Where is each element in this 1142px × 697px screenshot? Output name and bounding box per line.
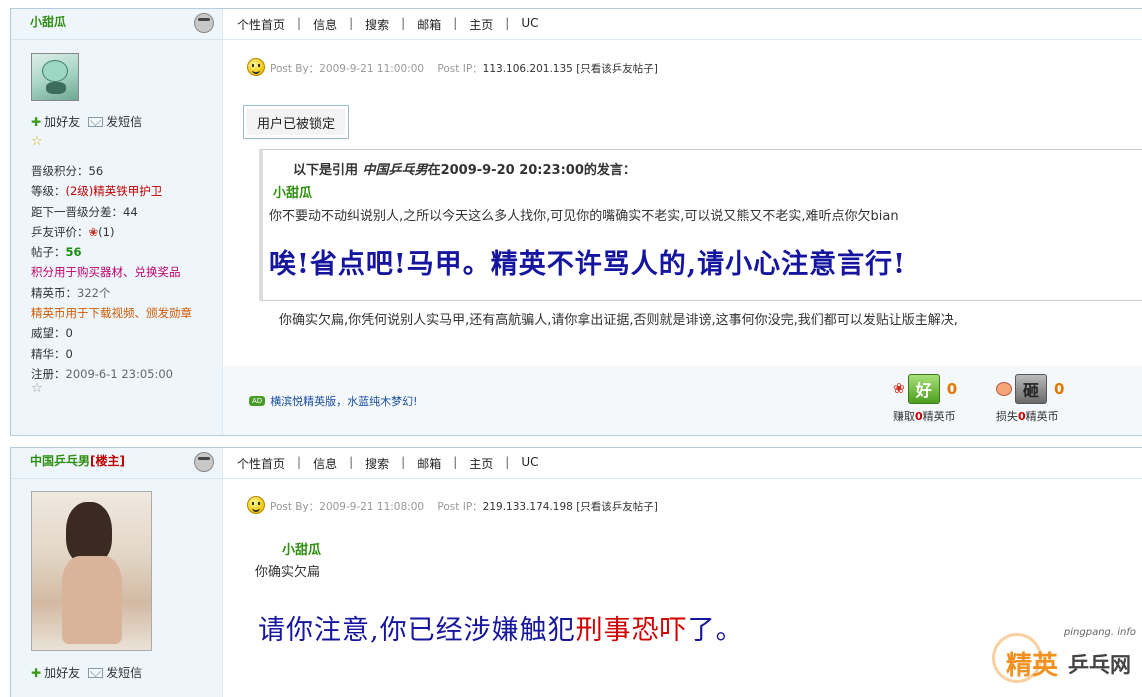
nav-info[interactable]: 信息 — [301, 16, 349, 33]
post-body: 你确实欠扁,你凭何说别人实马甲,还有高航骗人,请你拿出证据,否则就是诽谤,这事何… — [279, 309, 958, 328]
prestige-row: 威望：0 — [31, 323, 192, 343]
vote-bad: 砸0 损失0精英币 — [996, 374, 1064, 424]
user-info: 晋级积分：56 等级：(2级)精英铁甲护卫 距下一晋级分差：44 乒友评价：❀(… — [31, 161, 192, 384]
nav-home[interactable]: 个性首页 — [237, 455, 297, 472]
rose-icon: ❀ — [89, 225, 99, 239]
reply-text: 你确实欠扁 — [255, 561, 320, 580]
next-level-row: 距下一晋级分差：44 — [31, 202, 192, 222]
post-meta: Post By：2009-9-21 11:08:00 Post IP：219.1… — [270, 499, 658, 514]
nav-search[interactable]: 搜索 — [353, 455, 401, 472]
nav-info[interactable]: 信息 — [301, 455, 349, 472]
ad-badge: AD — [249, 396, 265, 406]
vote-good: ❀好0 赚取0精英币 — [893, 374, 957, 424]
good-button[interactable]: 好 — [908, 374, 940, 404]
flower-icon: ❀ — [893, 381, 905, 397]
quote-big-text: 唉!省点吧!马甲。精英不许骂人的,请小心注意言行! — [269, 242, 906, 281]
site-watermark: pingpang. info 精英 乒乓网 — [988, 623, 1138, 689]
reply-big-text: 请你注意,你已经涉嫌触犯刑事恐吓了。 — [258, 608, 744, 647]
quote-name: 小甜瓜 — [273, 182, 312, 201]
nav-search[interactable]: 搜索 — [353, 16, 401, 33]
register-row: 注册：2009-6-1 23:05:00 — [31, 364, 192, 384]
smile-icon — [247, 58, 265, 76]
send-message-button[interactable]: 发短信 — [88, 664, 142, 681]
user-sidebar: 中国乒乓男[楼主] ✚加好友 发短信 — [11, 448, 223, 697]
role-badge: [楼主] — [90, 454, 125, 468]
nav-home[interactable]: 个性首页 — [237, 16, 297, 33]
mail-icon — [88, 668, 103, 678]
user-sidebar: 小甜瓜 ✚加好友 发短信 ☆ 晋级积分：56 等级：(2级)精英铁甲护卫 距下一… — [11, 9, 223, 435]
quote-text: 你不要动不动纠说别人,之所以今天这么多人找你,可见你的嘴确实不老实,可以说又熊又… — [269, 205, 899, 224]
points-note[interactable]: 积分用于购买器材、兑换奖品 — [31, 262, 192, 282]
user-nav: 个性首页| 信息| 搜索| 邮箱| 主页| UC — [237, 455, 550, 472]
smile-icon — [247, 496, 265, 514]
plus-icon: ✚ — [31, 115, 41, 129]
view-only-link[interactable]: [只看该乒友帖子] — [576, 501, 658, 513]
post-2: 中国乒乓男[楼主] ✚加好友 发短信 个性首页| 信息| 搜索| 邮箱| 主页|… — [10, 447, 1142, 697]
post-footer: AD横滨悦精英版，水蓝纯木梦幻! ❀好0 赚取0精英币 砸0 损失0精英币 — [223, 366, 1142, 435]
nav-homepage[interactable]: 主页 — [457, 455, 505, 472]
bad-button[interactable]: 砸 — [1015, 374, 1047, 404]
avatar[interactable] — [31, 491, 152, 651]
reply-name: 小甜瓜 — [282, 539, 321, 558]
username[interactable]: 小甜瓜 — [30, 13, 66, 30]
nav-mail[interactable]: 邮箱 — [405, 455, 453, 472]
view-only-link[interactable]: [只看该乒友帖子] — [576, 63, 658, 75]
add-friend-button[interactable]: ✚加好友 — [31, 664, 80, 681]
post-meta: Post By：2009-9-21 11:00:00 Post IP：113.1… — [270, 61, 658, 76]
ad-link[interactable]: AD横滨悦精英版，水蓝纯木梦幻! — [249, 393, 418, 409]
level-row: 等级：(2级)精英铁甲护卫 — [31, 181, 192, 201]
mail-icon — [88, 117, 103, 127]
face-icon — [194, 452, 214, 472]
username[interactable]: 中国乒乓男[楼主] — [30, 452, 125, 469]
locked-notice: 用户已被锁定 — [243, 105, 349, 139]
essence-row: 精华：0 — [31, 344, 192, 364]
nav-uc[interactable]: UC — [509, 16, 550, 33]
face-icon — [194, 13, 214, 33]
score-row: 晋级积分：56 — [31, 161, 192, 181]
coins-note[interactable]: 精英币用于下载视频、颁发勋章 — [31, 303, 192, 323]
quote-block: 以下是引用 中国乒乓男在2009-9-20 20:23:00的发言： 小甜瓜 你… — [259, 149, 1142, 301]
nav-mail[interactable]: 邮箱 — [405, 16, 453, 33]
empty-star-icon: ☆ — [31, 381, 43, 396]
plus-icon: ✚ — [31, 666, 41, 680]
posts-row: 帖子：56 — [31, 242, 192, 262]
rating-row: 乒友评价：❀(1) — [31, 222, 192, 242]
user-actions: ✚加好友 发短信 — [31, 113, 142, 130]
post-1: 小甜瓜 ✚加好友 发短信 ☆ 晋级积分：56 等级：(2级)精英铁甲护卫 距下一… — [10, 8, 1142, 436]
bad-desc: 损失0精英币 — [996, 408, 1059, 424]
star-icon: ☆ — [31, 134, 43, 149]
quote-header: 以下是引用 中国乒乓男在2009-9-20 20:23:00的发言： — [293, 159, 636, 178]
user-actions: ✚加好友 发短信 — [31, 664, 142, 681]
avatar[interactable] — [31, 53, 79, 101]
add-friend-button[interactable]: ✚加好友 — [31, 113, 80, 130]
nav-uc[interactable]: UC — [509, 455, 550, 472]
good-desc: 赚取0精英币 — [893, 408, 956, 424]
pig-icon — [996, 382, 1012, 396]
user-nav: 个性首页| 信息| 搜索| 邮箱| 主页| UC — [237, 16, 550, 33]
coins-row: 精英币：322个 — [31, 283, 192, 303]
send-message-button[interactable]: 发短信 — [88, 113, 142, 130]
nav-homepage[interactable]: 主页 — [457, 16, 505, 33]
